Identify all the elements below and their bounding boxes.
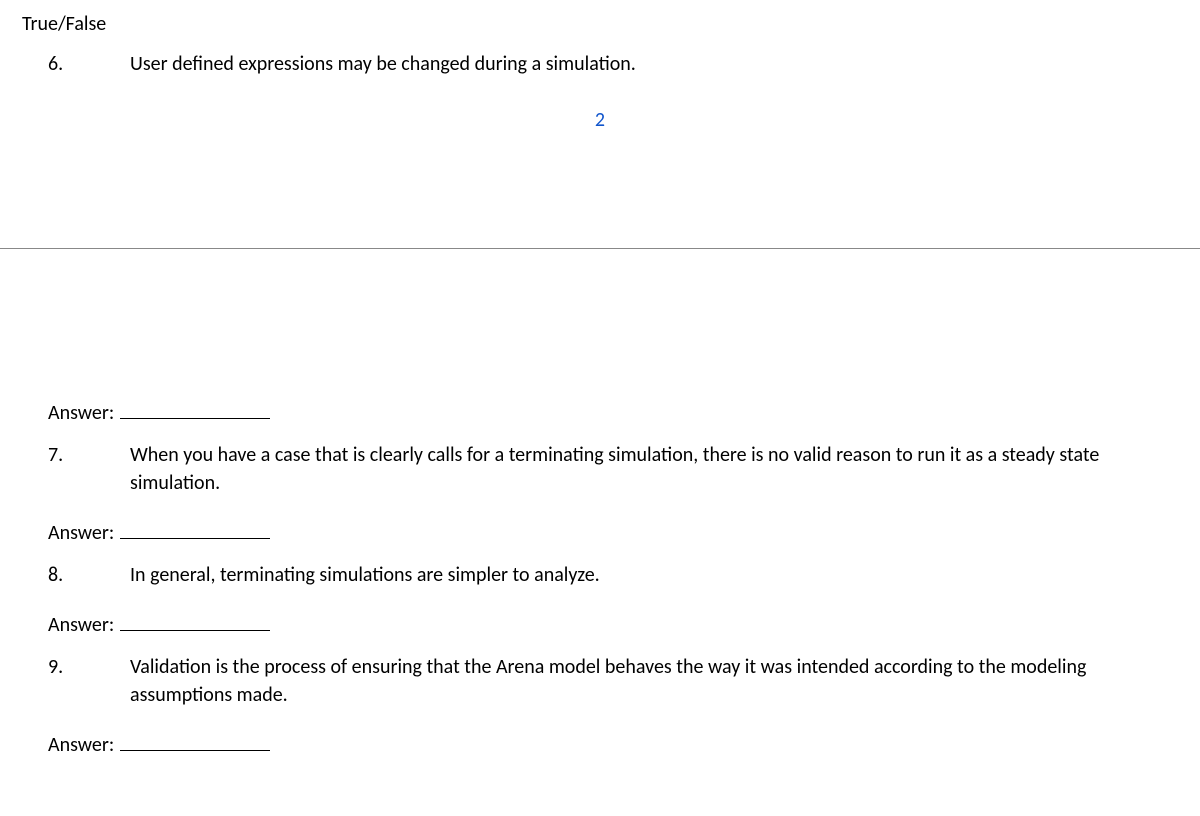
question-text: User defined expressions may be changed … [130, 50, 1178, 78]
answer-row-6: Answer: [0, 389, 1200, 435]
answer-label: Answer: [48, 521, 114, 545]
question-8-row: 8. In general, terminating simulations a… [0, 555, 1200, 595]
answer-label: Answer: [48, 613, 114, 637]
answer-row-8: Answer: [0, 601, 1200, 647]
question-7-row: 7. When you have a case that is clearly … [0, 435, 1200, 503]
question-text: Validation is the process of ensuring th… [130, 653, 1178, 709]
page-number: 2 [0, 90, 1200, 138]
question-number: 8. [48, 561, 130, 589]
answer-blank[interactable] [120, 611, 270, 631]
answer-row-7: Answer: [0, 509, 1200, 555]
question-6-row: 6. User defined expressions may be chang… [0, 44, 1200, 84]
question-text: When you have a case that is clearly cal… [130, 441, 1178, 497]
answer-label: Answer: [48, 733, 114, 757]
answer-blank[interactable] [120, 519, 270, 539]
question-9-row: 9. Validation is the process of ensuring… [0, 647, 1200, 715]
question-number: 6. [48, 50, 130, 78]
answer-label: Answer: [48, 401, 114, 425]
answer-blank[interactable] [120, 731, 270, 751]
section-header: True/False [0, 0, 1200, 44]
question-text: In general, terminating simulations are … [130, 561, 1178, 589]
answer-blank[interactable] [120, 399, 270, 419]
question-number: 9. [48, 653, 130, 709]
question-number: 7. [48, 441, 130, 497]
answer-row-9: Answer: [0, 721, 1200, 767]
